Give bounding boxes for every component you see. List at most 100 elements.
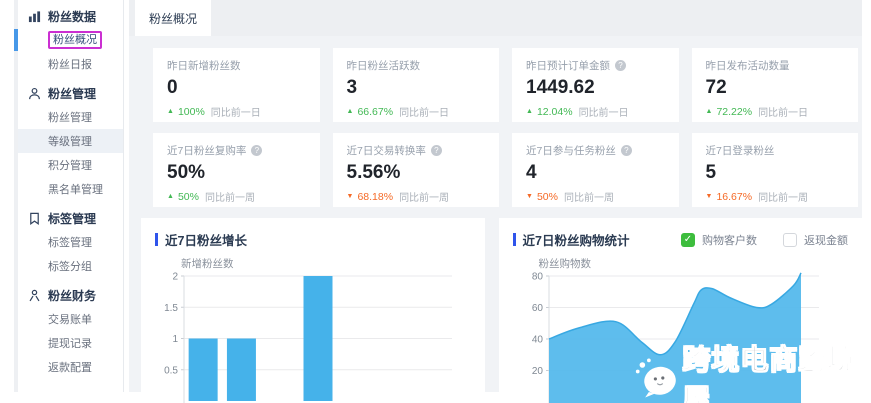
sidebar-item[interactable]: 粉丝管理 [18, 105, 123, 129]
watermark: 跨境电商跨境屋 [634, 338, 871, 403]
bar[interactable] [304, 276, 333, 401]
tab-bar: 粉丝概况 [129, 0, 862, 36]
sidebar-item-label: 标签分组 [48, 258, 92, 274]
stat-card-label: 昨日粉丝活跃数 [347, 58, 421, 73]
trend-down-icon: ▼ [706, 193, 713, 200]
bar-chart-icon [28, 10, 41, 23]
main-content: 粉丝概况 昨日新增粉丝数0▲100%同比前一日昨日粉丝活跃数3▲66.67%同比… [129, 0, 862, 392]
stat-card: 近7日参与任务粉丝?4▼50%同比前一周 [512, 133, 679, 207]
sidebar-item-label: 交易账单 [48, 311, 92, 327]
bar[interactable] [189, 339, 218, 402]
trend-compare-label: 同比前一日 [579, 104, 629, 119]
trend-percent: 66.67% [357, 106, 393, 118]
sidebar-item-label: 粉丝管理 [48, 109, 92, 125]
trend-compare-label: 同比前一周 [758, 189, 808, 204]
sidebar-item[interactable]: 粉丝日报 [18, 52, 123, 76]
trend-percent: 50% [178, 191, 199, 203]
sidebar-item-label: 返款配置 [48, 359, 92, 375]
tab-fan-overview[interactable]: 粉丝概况 [135, 0, 211, 36]
svg-text:2: 2 [172, 272, 178, 283]
svg-text:0.5: 0.5 [164, 365, 178, 376]
stat-card-label: 昨日发布活动数量 [706, 58, 790, 73]
sidebar-section-header[interactable]: 粉丝管理 [18, 81, 123, 105]
svg-text:1.5: 1.5 [164, 303, 178, 314]
stat-card-trend: ▲ 12.04% 同比前一日 [526, 104, 665, 119]
trend-compare-label: 同比前一日 [211, 104, 261, 119]
sidebar-item-label: 标签管理 [48, 234, 92, 250]
info-icon[interactable]: ? [615, 60, 626, 71]
info-icon[interactable]: ? [621, 145, 632, 156]
info-icon[interactable]: ? [251, 145, 262, 156]
sidebar-item[interactable]: 标签管理 [18, 230, 123, 254]
stat-card: 昨日新增粉丝数0▲100%同比前一日 [153, 48, 320, 122]
stat-card-value: 4 [526, 162, 665, 184]
sidebar-section-header[interactable]: 粉丝数据 [18, 4, 123, 28]
sidebar: 粉丝数据粉丝概况粉丝日报粉丝管理粉丝管理等级管理积分管理黑名单管理标签管理标签管… [14, 0, 124, 392]
stat-card-trend: ▲72.22% 同比前一日 [706, 104, 845, 119]
stat-card-label: 近7日交易转换率 [347, 143, 426, 158]
sidebar-item[interactable]: 黑名单管理 [18, 177, 123, 201]
trend-up-icon: ▲ [706, 108, 713, 115]
stat-cards-row-2: 近7日粉丝复购率? 50% ▲ 50% 同比前一周 近7日交易转换率?5.56%▼68.1… [129, 133, 862, 207]
sidebar-item-label: 等级管理 [48, 133, 92, 149]
stat-card-value: 1449.62 [526, 77, 665, 99]
sidebar-item[interactable]: 等级管理 [18, 129, 123, 153]
sidebar-section-header[interactable]: 标签管理 [18, 206, 123, 230]
sidebar-item[interactable]: 返款配置 [18, 355, 123, 379]
tag-icon [28, 212, 41, 225]
stat-card-value: 0 [167, 77, 306, 99]
stat-card-trend: ▼68.18%同比前一周 [347, 189, 486, 204]
finance-icon [28, 289, 41, 302]
bar[interactable] [227, 339, 256, 402]
trend-up-icon: ▲ [526, 108, 533, 115]
info-icon[interactable]: ? [431, 145, 442, 156]
sidebar-item-label: 粉丝日报 [48, 56, 92, 72]
sidebar-item[interactable]: 提现记录 [18, 331, 123, 355]
trend-compare-label: 同比前一日 [758, 104, 808, 119]
stat-cards-row-1: 昨日新增粉丝数0▲100%同比前一日昨日粉丝活跃数3▲66.67%同比前一日昨日… [129, 48, 862, 122]
trend-compare-label: 同比前一日 [399, 104, 449, 119]
trend-percent: 50% [537, 191, 558, 203]
sidebar-item[interactable]: 交易账单 [18, 307, 123, 331]
active-indicator-bar [14, 29, 18, 51]
trend-percent: 16.67% [716, 191, 752, 203]
sidebar-section-label: 粉丝财务 [48, 287, 96, 304]
stat-card-label: 近7日登录粉丝 [706, 143, 775, 158]
fan-growth-chart-card: 近7日粉丝增长 新增粉丝数 21.510.5 [141, 218, 485, 403]
bar-chart-svg: 2 1.5 1 0.5 [141, 218, 485, 403]
trend-compare-label: 同比前一周 [205, 189, 255, 204]
watermark-text: 跨境电商跨境屋 [682, 338, 871, 403]
sidebar-item[interactable]: 粉丝概况 [18, 28, 123, 52]
svg-text:1: 1 [172, 334, 178, 345]
stat-card-value: 5 [706, 162, 845, 184]
trend-up-icon: ▲ [167, 108, 174, 115]
stat-card-value: 72 [706, 77, 845, 99]
sidebar-section-header[interactable]: 粉丝财务 [18, 283, 123, 307]
stat-card: 近7日交易转换率?5.56%▼68.18%同比前一周 [333, 133, 500, 207]
stat-card-label: 昨日新增粉丝数 [167, 58, 241, 73]
svg-text:60: 60 [531, 303, 543, 314]
trend-up-icon: ▲ [167, 193, 174, 200]
stat-card-value: 50% [167, 162, 306, 184]
sidebar-item[interactable]: 标签分组 [18, 254, 123, 278]
stat-card-label: 近7日粉丝复购率 [167, 143, 246, 158]
stat-card: 昨日预计订单金额? 1449.62 ▲ 12.04% 同比前一日 [512, 48, 679, 122]
trend-down-icon: ▼ [347, 193, 354, 200]
user-icon [28, 87, 41, 100]
stat-card-trend: ▲66.67%同比前一日 [347, 104, 486, 119]
sidebar-item-label: 粉丝概况 [48, 31, 102, 49]
stat-card: 近7日登录粉丝 5 ▼16.67% 同比前一周 [692, 133, 859, 207]
sidebar-item-label: 积分管理 [48, 157, 92, 173]
stat-card: 昨日发布活动数量 72 ▲72.22% 同比前一日 [692, 48, 859, 122]
sidebar-item-label: 提现记录 [48, 335, 92, 351]
stat-card: 近7日粉丝复购率? 50% ▲ 50% 同比前一周 [153, 133, 320, 207]
stat-card: 昨日粉丝活跃数3▲66.67%同比前一日 [333, 48, 500, 122]
trend-down-icon: ▼ [526, 193, 533, 200]
sidebar-item[interactable]: 积分管理 [18, 153, 123, 177]
stat-card-trend: ▲ 50% 同比前一周 [167, 189, 306, 204]
stat-card-trend: ▼50%同比前一周 [526, 189, 665, 204]
trend-percent: 12.04% [537, 106, 573, 118]
watermark-logo-icon [634, 355, 682, 401]
stat-card-label: 昨日预计订单金额 [526, 58, 610, 73]
trend-percent: 72.22% [716, 106, 752, 118]
